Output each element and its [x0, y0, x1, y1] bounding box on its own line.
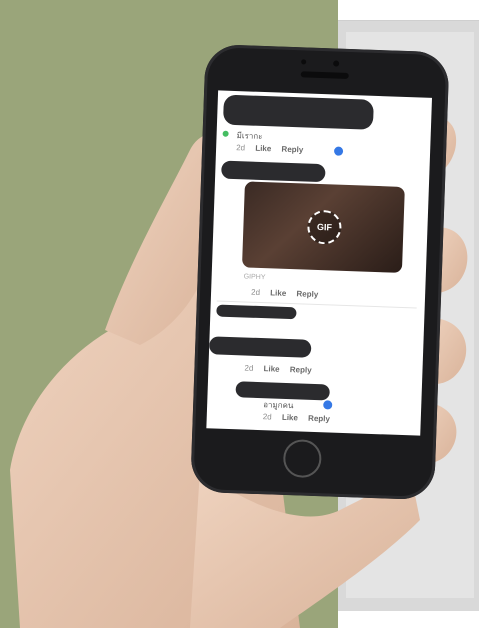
smartphone: มีเรากะ 2d Like Reply GIF GIPHY 2d Like …	[190, 43, 450, 501]
comment-2-meta: 2d Like Reply	[251, 288, 326, 300]
comment-4-reply[interactable]: Reply	[308, 414, 330, 424]
reaction-icon	[323, 400, 333, 410]
online-indicator	[222, 130, 229, 137]
front-camera	[333, 60, 340, 67]
gif-image[interactable]: GIF	[241, 181, 405, 273]
home-button[interactable]	[282, 438, 322, 479]
redacted-comment-2	[221, 160, 326, 183]
earpiece	[300, 71, 349, 79]
comment-2-reply[interactable]: Reply	[296, 289, 318, 299]
comment-4-meta: 2d Like Reply	[263, 412, 338, 424]
comment-2-like[interactable]: Like	[270, 288, 286, 298]
redacted-comment-4	[208, 336, 312, 358]
giphy-label: GIPHY	[243, 273, 266, 282]
comment-4-author: อามูกคน	[263, 400, 294, 411]
reaction-icon	[333, 146, 344, 156]
comment-2-time: 2d	[250, 287, 261, 297]
redacted-comment-1	[222, 94, 374, 130]
comment-1-meta: 2d Like Reply	[236, 143, 311, 155]
comment-1-like[interactable]: Like	[255, 144, 271, 154]
comment-3-meta: 2d Like Reply	[244, 363, 319, 375]
comment-3-reply[interactable]: Reply	[290, 365, 312, 375]
comment-1-time: 2d	[235, 143, 246, 153]
comment-1-reply[interactable]: Reply	[281, 145, 303, 155]
comment-1-author: มีเรากะ	[236, 131, 263, 141]
front-sensor	[301, 59, 307, 65]
comment-3-time: 2d	[244, 363, 254, 373]
comment-4-time: 2d	[262, 412, 272, 422]
comment-3-like[interactable]: Like	[263, 364, 279, 374]
redacted-comment-3	[216, 304, 297, 320]
comment-4-like[interactable]: Like	[282, 413, 298, 423]
phone-screen: มีเรากะ 2d Like Reply GIF GIPHY 2d Like …	[206, 90, 433, 436]
redacted-comment-5	[235, 381, 330, 401]
gif-badge[interactable]: GIF	[306, 209, 343, 245]
